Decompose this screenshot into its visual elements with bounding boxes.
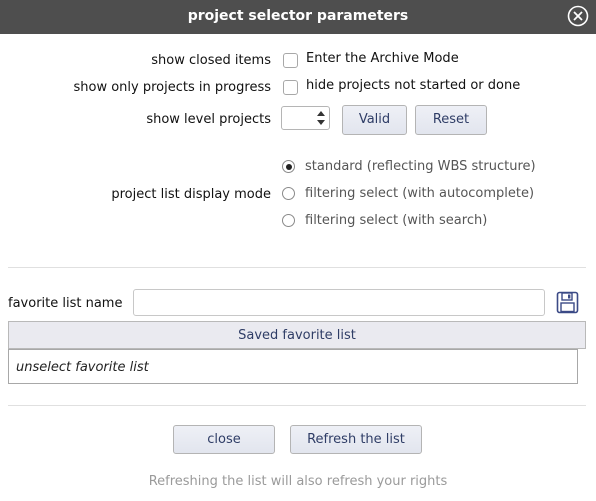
- favorite-name-input[interactable]: [133, 289, 545, 316]
- dialog-title: project selector parameters: [187, 8, 409, 24]
- display-mode-autocomplete-label: filtering select (with autocomplete): [305, 186, 535, 201]
- favorite-list: unselect favorite list: [8, 349, 578, 384]
- close-icon[interactable]: [567, 5, 589, 27]
- refresh-note: Refreshing the list will also refresh yo…: [148, 474, 448, 489]
- show-in-progress-checkbox[interactable]: [283, 80, 298, 95]
- hide-not-started-label: hide projects not started or done: [306, 78, 521, 93]
- display-mode-label: project list display mode: [111, 187, 271, 202]
- favorite-list-item[interactable]: unselect favorite list: [16, 360, 149, 375]
- saved-favorite-header: Saved favorite list: [8, 321, 586, 349]
- dialog-titlebar: project selector parameters: [0, 0, 596, 34]
- show-closed-checkbox[interactable]: [283, 53, 298, 68]
- archive-mode-label: Enter the Archive Mode: [306, 51, 459, 66]
- show-closed-label: show closed items: [151, 53, 271, 68]
- reset-button[interactable]: Reset: [415, 105, 487, 135]
- level-spinner[interactable]: [281, 106, 330, 130]
- refresh-list-button[interactable]: Refresh the list: [290, 425, 422, 454]
- divider: [8, 405, 586, 406]
- close-button[interactable]: close: [173, 425, 275, 454]
- display-mode-search-radio[interactable]: [282, 214, 295, 227]
- valid-button[interactable]: Valid: [342, 105, 407, 135]
- display-mode-standard-label: standard (reflecting WBS structure): [305, 159, 536, 174]
- display-mode-autocomplete-radio[interactable]: [282, 187, 295, 200]
- divider: [8, 267, 586, 268]
- spinner-arrows-icon[interactable]: [315, 109, 327, 127]
- favorite-name-label: favorite list name: [8, 296, 123, 311]
- show-level-label: show level projects: [146, 112, 271, 127]
- display-mode-standard-radio[interactable]: [282, 160, 295, 173]
- floppy-disk-icon[interactable]: [556, 291, 579, 314]
- display-mode-search-label: filtering select (with search): [305, 213, 488, 228]
- show-in-progress-label: show only projects in progress: [73, 80, 272, 95]
